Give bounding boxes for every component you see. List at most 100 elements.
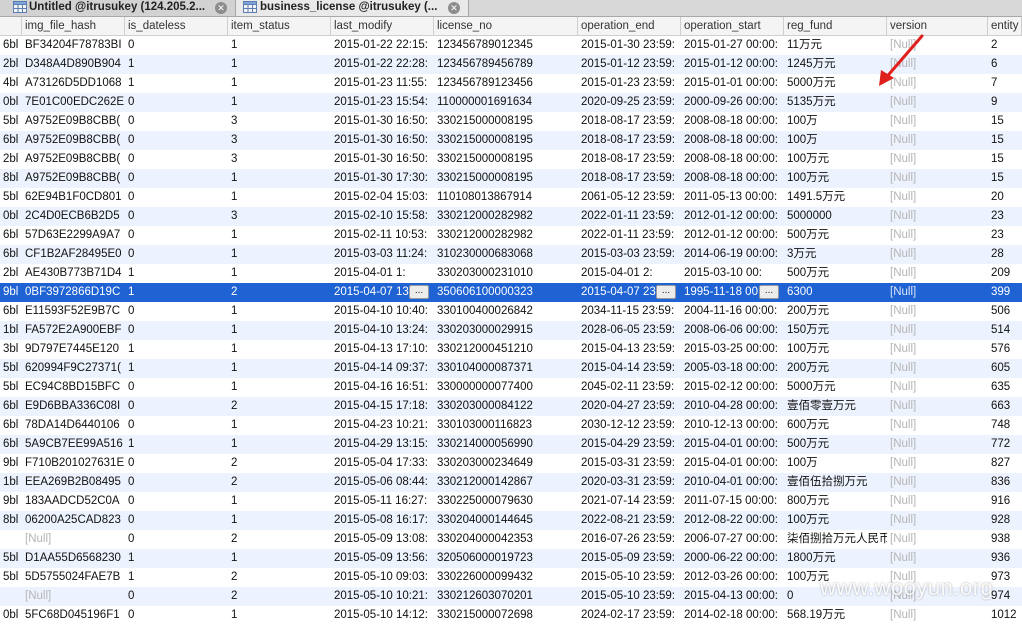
table-cell[interactable]: 2015-05-09 13:08: (331, 530, 434, 549)
table-cell[interactable]: 330000000077400 (434, 378, 578, 397)
table-cell[interactable]: 3 (228, 131, 331, 150)
table-cell[interactable]: 936 (988, 549, 1022, 568)
table-cell[interactable]: 500万元 (784, 226, 887, 245)
table-cell[interactable]: [Null] (887, 245, 988, 264)
table-cell[interactable]: 2024-02-17 23:59: (578, 606, 681, 625)
table-cell[interactable]: 827 (988, 454, 1022, 473)
table-cell[interactable]: 2021-07-14 23:59: (578, 492, 681, 511)
table-cell[interactable]: 0 (125, 587, 228, 606)
table-cell[interactable]: 1 (228, 36, 331, 55)
table-cell[interactable]: 1 (125, 283, 228, 302)
table-row[interactable]: 6bl CF1B2AF28495E0 0 1 2015-03-03 11:24: 3102… (0, 245, 1022, 264)
table-cell[interactable]: 576 (988, 340, 1022, 359)
table-cell[interactable]: 2015-01-30 16:50: (331, 112, 434, 131)
table-cell[interactable]: 748 (988, 416, 1022, 435)
table-cell[interactable]: 2008-08-18 00:00: (681, 112, 784, 131)
table-cell[interactable]: 330225000079630 (434, 492, 578, 511)
table-cell[interactable]: 330212000451210 (434, 340, 578, 359)
table-cell[interactable]: 2018-08-17 23:59: (578, 169, 681, 188)
table-cell[interactable]: 0 (125, 606, 228, 625)
table-cell[interactable]: 0 (125, 112, 228, 131)
table-cell[interactable]: 6bl (0, 435, 22, 454)
table-cell[interactable]: 2015-01-30 16:50: (331, 131, 434, 150)
table-cell[interactable]: 5135万元 (784, 93, 887, 112)
table-cell[interactable]: 2015-04-13 23:59: (578, 340, 681, 359)
table-cell[interactable]: 800万元 (784, 492, 887, 511)
table-cell[interactable]: 2012-03-26 00:00: (681, 568, 784, 587)
table-cell[interactable]: 1 (125, 359, 228, 378)
table-cell[interactable]: 2015-01-23 11:55: (331, 74, 434, 93)
table-cell[interactable]: 2015-01-30 17:30: (331, 169, 434, 188)
table-cell[interactable]: 2010-04-01 00:00: (681, 473, 784, 492)
table-cell[interactable]: [Null] (887, 131, 988, 150)
table-cell[interactable]: 2020-09-25 23:59: (578, 93, 681, 112)
table-cell[interactable]: AE430B773B71D4 (22, 264, 125, 283)
table-cell[interactable]: 2015-02-11 10:53: (331, 226, 434, 245)
table-cell[interactable]: A9752E09B8CBB( (22, 169, 125, 188)
table-cell[interactable]: 2015-01-22 22:15: (331, 36, 434, 55)
table-cell[interactable]: 1 (228, 416, 331, 435)
table-cell[interactable]: 330204000144645 (434, 511, 578, 530)
table-cell[interactable]: 200万元 (784, 302, 887, 321)
table-cell[interactable]: 2015-01-23 15:54: (331, 93, 434, 112)
table-cell[interactable]: 28 (988, 245, 1022, 264)
table-cell[interactable]: 330212000282982 (434, 226, 578, 245)
table-cell[interactable]: [Null] (887, 112, 988, 131)
table-cell[interactable]: [Null] (887, 549, 988, 568)
table-cell[interactable]: 123456789012345 (434, 36, 578, 55)
table-cell[interactable]: 11万元 (784, 36, 887, 55)
table-cell[interactable]: 0 (125, 378, 228, 397)
table-cell[interactable]: 2 (228, 473, 331, 492)
table-cell[interactable]: 5FC68D045196F1 (22, 606, 125, 625)
table-cell[interactable]: 6bl (0, 226, 22, 245)
table-cell[interactable]: 0 (125, 302, 228, 321)
table-cell[interactable]: 2015-04-01 2: (578, 264, 681, 283)
table-row[interactable]: 2bl A9752E09B8CBB(0 3 2015-01-30 16:50: 3302… (0, 150, 1022, 169)
table-cell[interactable]: 2015-01-12 00:00: (681, 55, 784, 74)
table-cell[interactable]: EEA269B2B08495 (22, 473, 125, 492)
table-cell[interactable]: 2015-03-10 00: (681, 264, 784, 283)
table-cell[interactable]: [Null] (887, 435, 988, 454)
table-cell[interactable]: 1 (228, 93, 331, 112)
table-cell[interactable]: 2034-11-15 23:59: (578, 302, 681, 321)
table-cell[interactable]: [Null] (887, 416, 988, 435)
table-cell[interactable]: 2014-02-18 00:00: (681, 606, 784, 625)
table-cell[interactable]: 1 (228, 359, 331, 378)
table-cell[interactable]: 2015-05-06 08:44: (331, 473, 434, 492)
table-cell[interactable]: 2015-05-09 13:56: (331, 549, 434, 568)
table-cell[interactable] (0, 587, 22, 606)
table-cell[interactable]: 2045-02-11 23:59: (578, 378, 681, 397)
table-cell[interactable]: [Null] (887, 473, 988, 492)
table-cell[interactable]: 2015-05-10 23:59: (578, 587, 681, 606)
table-cell[interactable]: 2015-05-08 16:17: (331, 511, 434, 530)
table-cell[interactable]: 928 (988, 511, 1022, 530)
table-cell[interactable]: 2016-07-26 23:59: (578, 530, 681, 549)
table-cell[interactable]: 209 (988, 264, 1022, 283)
table-cell[interactable]: 620994F9C27371( (22, 359, 125, 378)
table-cell[interactable]: 2006-07-27 00:00: (681, 530, 784, 549)
table-row[interactable]: 5bl EC94C8BD15BFC 0 1 2015-04-16 16:51: 33000… (0, 378, 1022, 397)
table-row[interactable]: 1bl EEA269B2B08495 0 2 2015-05-06 08:44: 3302… (0, 473, 1022, 492)
table-cell[interactable]: 2015-01-12 23:59: (578, 55, 681, 74)
table-cell[interactable]: 2015-04-01 00:00: (681, 435, 784, 454)
table-cell[interactable]: 2 (228, 568, 331, 587)
table-row[interactable]: 5bl A9752E09B8CBB(0 3 2015-01-30 16:50: 3302… (0, 112, 1022, 131)
table-cell[interactable]: 5000万元 (784, 74, 887, 93)
table-cell[interactable]: 3 (228, 112, 331, 131)
table-cell[interactable]: 2011-05-13 00:00: (681, 188, 784, 207)
table-cell[interactable]: 0BF3972866D19C (22, 283, 125, 302)
table-cell[interactable]: 330215000008195 (434, 150, 578, 169)
table-cell[interactable]: 110000001691634 (434, 93, 578, 112)
table-cell[interactable]: 2015-05-09 23:59: (578, 549, 681, 568)
table-cell[interactable]: 2012-01-12 00:00: (681, 207, 784, 226)
table-cell[interactable]: 916 (988, 492, 1022, 511)
table-cell[interactable]: 330212000282982 (434, 207, 578, 226)
table-cell[interactable]: E11593F52E9B7C (22, 302, 125, 321)
table-cell[interactable]: 2015-04-01 1: (331, 264, 434, 283)
table-cell[interactable]: 2015-05-10 10:21: (331, 587, 434, 606)
table-cell[interactable]: 壹佰零壹万元 (784, 397, 887, 416)
table-cell[interactable]: [Null] (887, 606, 988, 625)
table-cell[interactable]: 1 (125, 55, 228, 74)
table-cell[interactable]: CF1B2AF28495E0 (22, 245, 125, 264)
table-cell[interactable]: 0 (125, 36, 228, 55)
